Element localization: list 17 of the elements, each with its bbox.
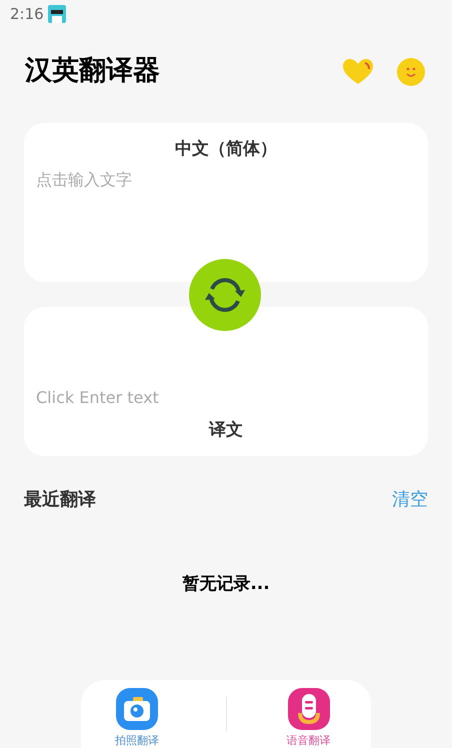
app-title: 汉英翻译器 [25, 54, 161, 88]
target-output-field[interactable]: Click Enter text [36, 386, 416, 410]
action-button[interactable]: 拍照翻译 [115, 687, 159, 748]
smiley-icon[interactable] [397, 58, 425, 86]
app-notification-icon [48, 4, 66, 23]
status-time: 2:16 [10, 4, 44, 25]
heart-icon[interactable] [343, 58, 373, 85]
recent-title: 最近翻译 [24, 488, 96, 512]
empty-message: 暂无记录... [182, 572, 270, 596]
action-button[interactable]: 语音翻译 [286, 687, 330, 748]
camera-icon [115, 687, 159, 732]
source-language[interactable]: 中文（简体） [175, 136, 277, 162]
clear-link[interactable]: 清空 [392, 486, 428, 513]
target-language: 译文 [209, 419, 243, 442]
source-card[interactable]: 中文（简体） 点击输入文字 [24, 122, 428, 282]
microphone-icon [286, 687, 330, 732]
source-input-field[interactable]: 点击输入文字 [36, 168, 416, 192]
